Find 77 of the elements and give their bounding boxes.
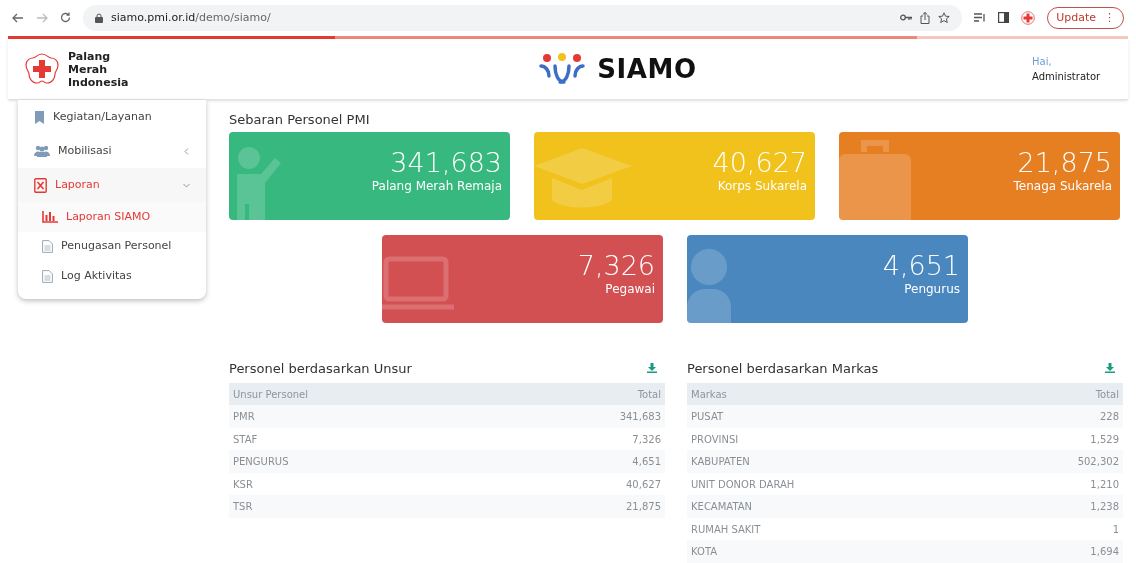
table-cell-text: 1,694 [1090, 545, 1119, 560]
bookmark-icon [34, 111, 45, 124]
table-title: Personel berdasarkan Unsur [229, 359, 412, 378]
users-icon [34, 145, 50, 158]
org-name-line: Merah [68, 62, 109, 76]
stat-value: 21,875 [1017, 148, 1112, 179]
stat-value: 40,627 [712, 148, 807, 179]
table-cell-text: KOTA [691, 545, 718, 560]
submenu-item[interactable]: Penugasan Personel [18, 232, 206, 262]
table-cell-text: 1 [1112, 522, 1119, 537]
org-name-line: Indonesia [68, 75, 129, 89]
briefcase-icon [839, 140, 911, 221]
sidebar-item[interactable]: Laporan [18, 168, 206, 203]
table-cell-text: RUMAH SAKIT [691, 522, 761, 537]
table-title: Personel berdasarkan Markas [687, 359, 879, 378]
table-cell-text: TSR [233, 500, 253, 515]
table-cell-text: 7,326 [632, 432, 661, 447]
back-icon[interactable] [12, 12, 24, 23]
table-cell-text: 1,210 [1090, 477, 1119, 492]
reload-icon[interactable] [60, 12, 71, 24]
submenu-item[interactable]: Laporan SIAMO [18, 202, 206, 232]
share-icon[interactable] [920, 11, 931, 24]
key-icon[interactable] [900, 14, 913, 22]
cross-logo-icon [24, 52, 60, 87]
spreadsheet-file-icon [34, 178, 47, 193]
table-cell-text: KECAMATAN [691, 500, 753, 515]
stat-value: 7,326 [577, 251, 655, 282]
stat-label: Pengurus [904, 281, 960, 298]
table-cell-text: PENGURUS [233, 455, 289, 470]
chevron-left-icon [183, 148, 190, 155]
org-name-line: Palang [68, 49, 112, 63]
column-header: Total [637, 388, 661, 402]
column-header: Markas [691, 388, 727, 402]
column-header: Unsur Personel [233, 388, 309, 402]
sidebar-item[interactable]: Kegiatan/Layanan [18, 100, 206, 135]
table-cell-text: KABUPATEN [691, 455, 750, 470]
star-icon[interactable] [938, 11, 951, 24]
table-cell-text: 40,627 [626, 477, 661, 492]
table-cell-text: 21,875 [626, 500, 661, 515]
table-cell-text: PMR [233, 410, 255, 425]
table-cell-text: 341,683 [619, 410, 661, 425]
greeting-text: Hai, [1032, 55, 1053, 70]
table-cell-text: 228 [1099, 410, 1119, 425]
table-cell-text: 4,651 [632, 455, 661, 470]
app-name: SIAMO [597, 52, 697, 86]
lock-icon [95, 12, 103, 23]
stat-value: 341,683 [390, 148, 502, 179]
table-cell-text: STAF [233, 432, 258, 447]
chevron-down-icon [183, 182, 190, 189]
reading-list-icon[interactable] [974, 12, 987, 23]
table-cell-text: PUSAT [691, 410, 724, 425]
download-icon[interactable] [1105, 363, 1115, 374]
stat-label: Palang Merah Remaja [371, 178, 502, 195]
sidebar-item[interactable]: Mobilisasi [18, 134, 206, 169]
table-cell-text: 1,529 [1090, 432, 1119, 447]
stat-label: Tenaga Sukarela [1013, 178, 1112, 195]
table-cell-text: UNIT DONOR DARAH [691, 477, 795, 492]
table-cell-text: 502,302 [1077, 455, 1119, 470]
people-logo-icon [539, 52, 586, 87]
column-header: Total [1095, 388, 1119, 402]
stat-label: Pegawai [605, 281, 655, 298]
download-icon[interactable] [647, 363, 657, 374]
user-name: Administrator [1032, 70, 1102, 85]
stat-value: 4,651 [882, 251, 960, 282]
document-icon [42, 240, 53, 254]
url-text: siamo.pmi.or.id/demo/siamo/ [111, 9, 271, 26]
submenu-item[interactable]: Log Aktivitas [18, 261, 206, 291]
extension-icon[interactable] [1021, 10, 1036, 25]
table-cell-text: PROVINSI [691, 432, 739, 447]
side-panel-icon[interactable] [998, 12, 1010, 24]
stat-label: Korps Sukarela [717, 178, 807, 195]
bar-chart-icon [42, 211, 58, 224]
document-icon [42, 269, 53, 283]
table-cell-text: 1,238 [1090, 500, 1119, 515]
address-bar[interactable]: siamo.pmi.or.id/demo/siamo/ [83, 4, 963, 31]
table-cell-text: KSR [233, 477, 253, 492]
section-title: Sebaran Personel PMI [229, 111, 371, 130]
